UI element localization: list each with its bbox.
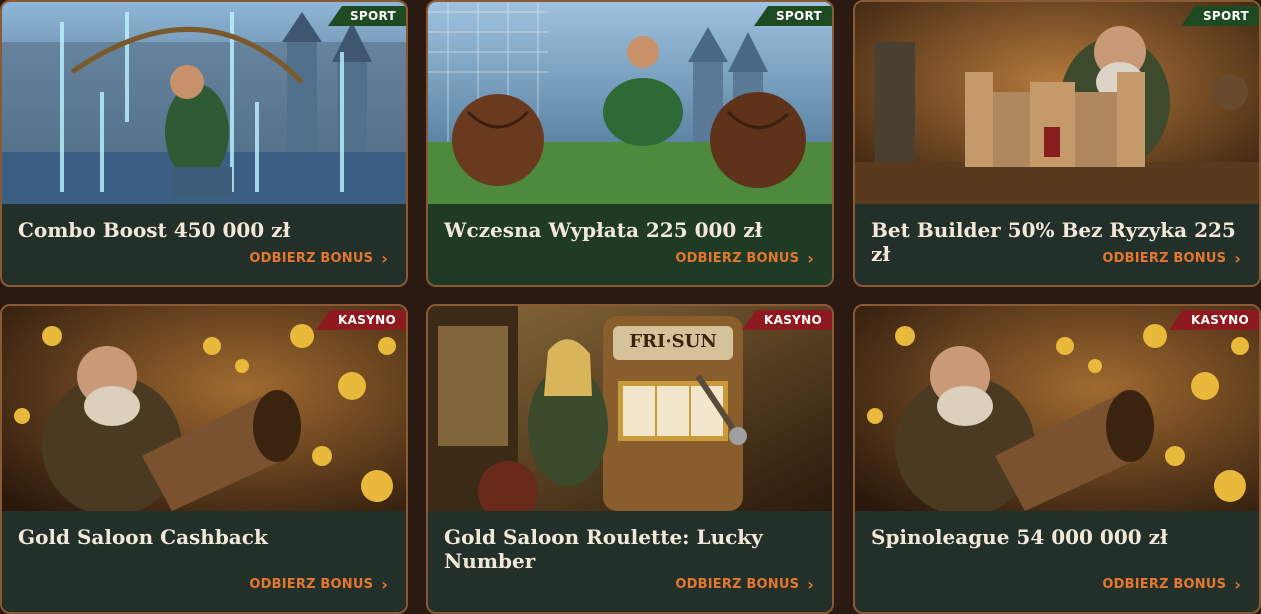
claim-bonus-button[interactable]: ODBIERZ BONUS › [675,249,814,268]
football-player-illustration: SPORT [428,2,832,204]
chevron-right-icon: › [807,249,814,268]
claim-bonus-button[interactable]: ODBIERZ BONUS › [1102,575,1241,594]
promo-card-early-payout[interactable]: SPORT Wczesna Wypłata 225 000 zł ODBIERZ… [426,0,834,287]
casino-badge: KASYNO [1169,310,1259,330]
promo-card-gold-saloon-cashback[interactable]: KASYNO Gold Saloon Cashback ODBIERZ BONU… [0,304,408,614]
promo-card-gold-saloon-roulette[interactable]: KASYNO FRI·SUN Gold Saloon Roulette: Luc… [426,304,834,614]
claim-bonus-label: ODBIERZ BONUS [249,251,374,266]
chevron-right-icon: › [381,575,388,594]
claim-bonus-label: ODBIERZ BONUS [1102,251,1227,266]
claim-bonus-label: ODBIERZ BONUS [1102,577,1227,592]
slot-machine-sign: FRI·SUN [629,331,717,352]
claim-bonus-label: ODBIERZ BONUS [675,251,800,266]
promo-card-spinoleague[interactable]: KASYNO Spinoleague 54 000 000 zł ODBIERZ… [853,304,1261,614]
slot-machine-illustration: KASYNO FRI·SUN [428,306,832,511]
claim-bonus-button[interactable]: ODBIERZ BONUS › [249,249,388,268]
promo-card-bet-builder[interactable]: SPORT Bet Builder 50% Bez Ryzyka 225 zł … [853,0,1261,287]
claim-bonus-button[interactable]: ODBIERZ BONUS › [675,575,814,594]
claim-bonus-button[interactable]: ODBIERZ BONUS › [249,575,388,594]
promo-title: Combo Boost 450 000 zł [18,218,291,242]
claim-bonus-button[interactable]: ODBIERZ BONUS › [1102,249,1241,268]
promo-title: Gold Saloon Roulette: Lucky Number [444,525,763,573]
chevron-right-icon: › [1234,575,1241,594]
chevron-right-icon: › [807,575,814,594]
promo-title: Gold Saloon Cashback [18,525,268,549]
chevron-right-icon: › [1234,249,1241,268]
promotions-grid: SPORT Combo Boost 450 000 zł ODBIERZ BON… [0,0,1261,614]
coin-cannon-illustration: KASYNO [855,306,1259,511]
coin-cannon-illustration: KASYNO [2,306,406,511]
casino-badge: KASYNO [316,310,406,330]
promo-title: Spinoleague 54 000 000 zł [871,525,1168,549]
casino-badge: KASYNO [742,310,832,330]
castle-builder-illustration: SPORT [855,2,1259,204]
promo-card-combo-boost[interactable]: SPORT Combo Boost 450 000 zł ODBIERZ BON… [0,0,408,287]
claim-bonus-label: ODBIERZ BONUS [675,577,800,592]
claim-bonus-label: ODBIERZ BONUS [249,577,374,592]
promo-title: Wczesna Wypłata 225 000 zł [444,218,763,242]
archer-illustration: SPORT [2,2,406,204]
chevron-right-icon: › [381,249,388,268]
